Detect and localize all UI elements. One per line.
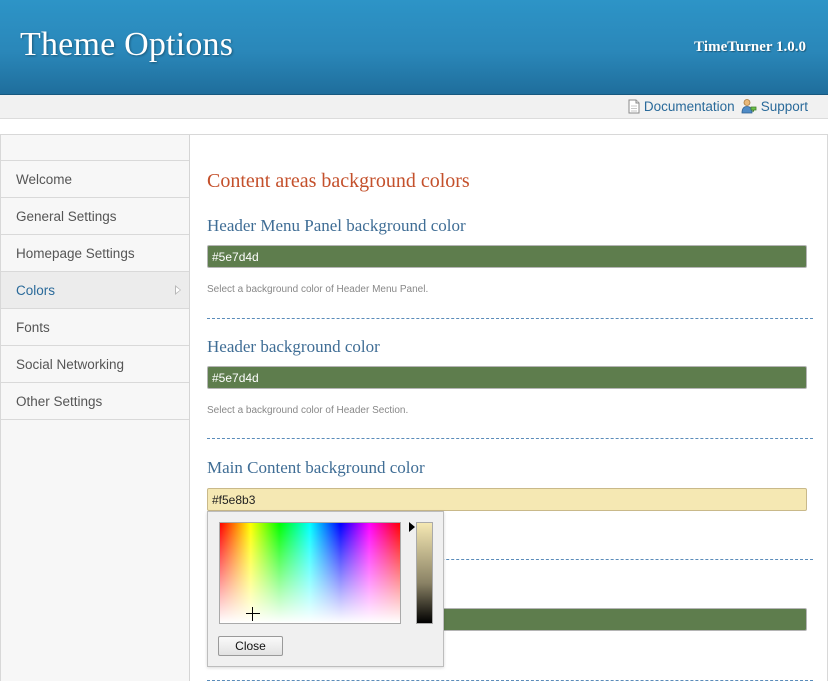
main-content-color-input[interactable] (207, 488, 807, 511)
sidebar-item-label: Colors (16, 283, 56, 298)
sidebar-item-welcome[interactable]: Welcome (1, 161, 189, 198)
option-help-header: Select a background color of Header Sect… (207, 405, 409, 416)
color-spectrum-area[interactable] (219, 522, 401, 624)
document-icon (628, 99, 640, 114)
theme-version: TimeTurner 1.0.0 (694, 39, 806, 55)
sidebar-item-homepage-settings[interactable]: Homepage Settings (1, 235, 189, 272)
sidebar-item-social-networking[interactable]: Social Networking (1, 346, 189, 383)
color-picker-popup: Close (207, 511, 444, 667)
section-divider (207, 438, 813, 439)
option-label-main-content: Main Content background color (207, 458, 425, 477)
support-label: Support (760, 98, 808, 114)
sidebar-item-label: General Settings (16, 209, 117, 224)
documentation-label: Documentation (643, 98, 735, 114)
option-label-header: Header background color (207, 337, 380, 356)
support-link[interactable]: Support (741, 98, 808, 114)
sidebar-item-colors[interactable]: Colors (1, 272, 189, 309)
sidebar-item-general-settings[interactable]: General Settings (1, 198, 189, 235)
sidebar-item-label: Welcome (16, 172, 73, 187)
crosshair-cursor-icon (246, 607, 260, 621)
option-help-header-menu-panel: Select a background color of Header Menu… (207, 284, 429, 295)
brightness-pointer-icon (409, 522, 415, 532)
option-label-header-menu-panel: Header Menu Panel background color (207, 216, 466, 235)
sidebar-item-label: Fonts (16, 320, 50, 335)
sidebar-nav: Welcome General Settings Homepage Settin… (1, 135, 190, 681)
help-links: Documentation Support (628, 98, 808, 114)
help-links-bar: Documentation Support (0, 95, 828, 119)
support-user-icon (741, 98, 757, 114)
header-menu-panel-color-input[interactable] (207, 245, 807, 268)
sidebar-item-label: Social Networking (16, 357, 125, 372)
documentation-link[interactable]: Documentation (628, 99, 735, 114)
close-picker-button[interactable]: Close (218, 636, 283, 656)
sidebar-item-fonts[interactable]: Fonts (1, 309, 189, 346)
page-title: Theme Options (20, 26, 234, 63)
sidebar-item-label: Other Settings (16, 394, 103, 409)
brightness-slider[interactable] (416, 522, 433, 624)
sidebar-spacer (1, 135, 189, 161)
section-divider (207, 318, 813, 319)
sidebar-item-label: Homepage Settings (16, 246, 135, 261)
header-banner: Theme Options TimeTurner 1.0.0 (0, 0, 828, 95)
header-color-input[interactable] (207, 366, 807, 389)
active-arrow-icon (175, 285, 181, 295)
sidebar-item-other-settings[interactable]: Other Settings (1, 383, 189, 420)
section-title: Content areas background colors (207, 170, 470, 192)
